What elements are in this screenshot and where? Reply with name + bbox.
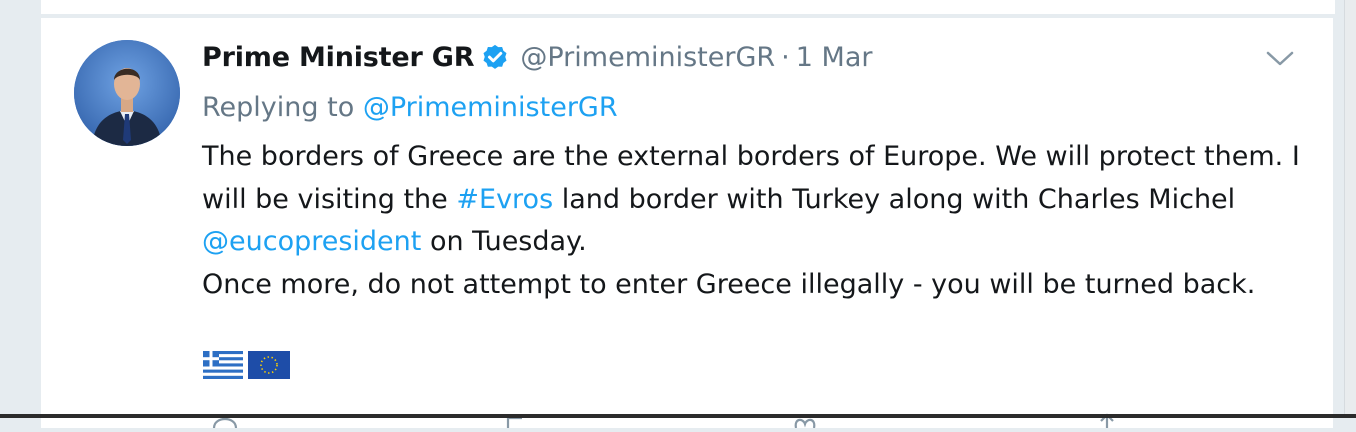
- tweet-text-part-2: land border with Turkey along with Charl…: [561, 183, 1236, 215]
- greek-flag-icon: [203, 351, 243, 383]
- user-handle[interactable]: @PrimeministerGR: [520, 42, 775, 73]
- scrollbar-track[interactable]: [1344, 0, 1356, 418]
- separator-dot: ·: [781, 42, 790, 73]
- replying-to: Replying to @PrimeministerGR: [202, 92, 618, 123]
- eu-flag-icon: [248, 351, 291, 383]
- avatar[interactable]: [74, 40, 180, 146]
- replying-handle-link[interactable]: @PrimeministerGR: [363, 92, 618, 123]
- mention-link[interactable]: @eucopresident: [202, 226, 421, 257]
- tweet-card[interactable]: Prime Minister GR @PrimeministerGR · 1 Mar…: [40, 17, 1334, 429]
- display-name[interactable]: Prime Minister GR: [202, 42, 475, 73]
- tweet-text-part-4: Once more, do not attempt to enter Greec…: [202, 268, 1256, 300]
- hashtag-link[interactable]: #Evros: [456, 184, 553, 215]
- tweet-header: Prime Minister GR @PrimeministerGR · 1 Mar: [202, 42, 872, 84]
- previous-tweet-card: [40, 0, 1336, 15]
- tweet-actions: [202, 410, 1202, 429]
- tweet-text-part-3: on Tuesday.: [429, 226, 587, 257]
- tweet-date[interactable]: 1 Mar: [796, 42, 873, 73]
- tweet-text: The borders of Greece are the external b…: [202, 136, 1312, 306]
- chevron-down-icon[interactable]: [1263, 44, 1297, 72]
- window-border: [0, 414, 1356, 418]
- emoji-row: [203, 351, 291, 383]
- verified-badge-icon: [480, 43, 510, 73]
- replying-label: Replying to: [202, 92, 355, 123]
